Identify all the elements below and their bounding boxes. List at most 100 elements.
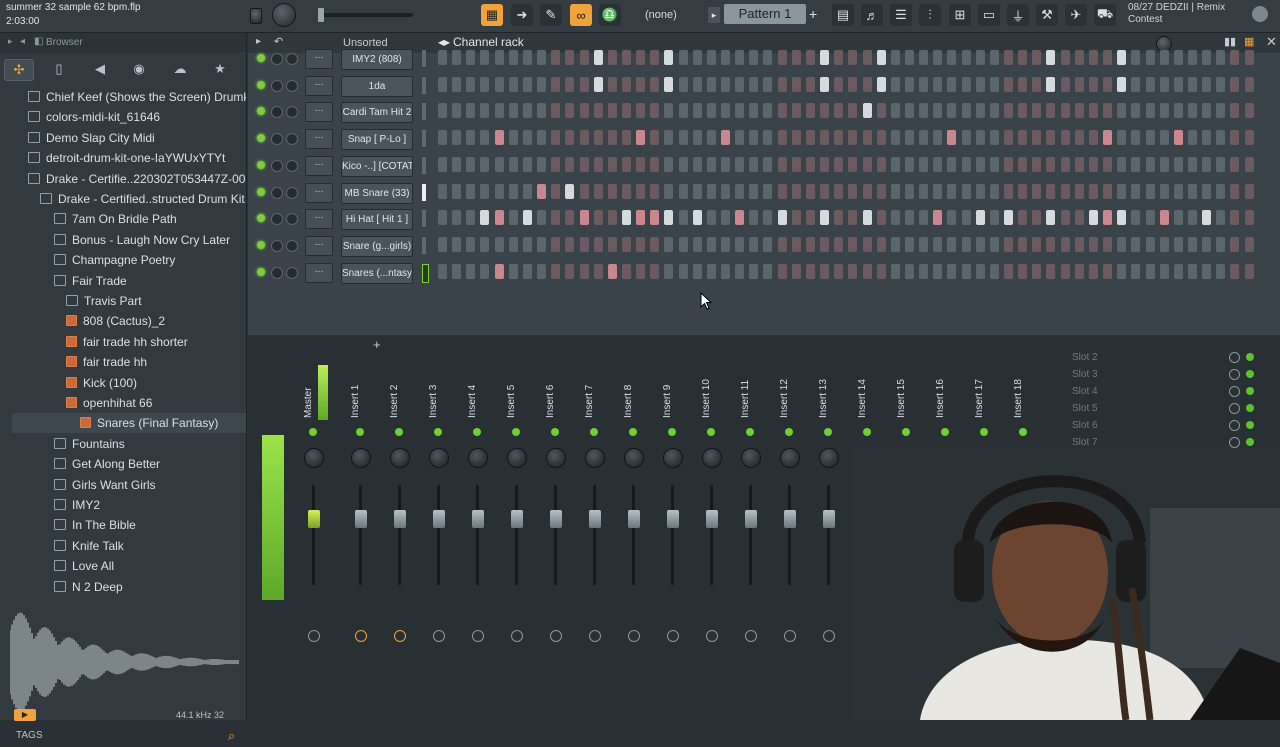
mixer-pan-knob[interactable]: [507, 448, 527, 468]
browser-file-item[interactable]: fair trade hh: [0, 352, 246, 372]
step-button[interactable]: [735, 236, 745, 252]
step-button[interactable]: [848, 50, 858, 65]
step-button[interactable]: [1074, 50, 1084, 65]
step-button[interactable]: [1088, 263, 1098, 279]
step-button[interactable]: [1032, 103, 1042, 119]
slot-mix-knob[interactable]: [1229, 386, 1240, 397]
slot-mix-knob[interactable]: [1229, 352, 1240, 363]
channel-pan-knob[interactable]: [271, 266, 283, 279]
step-button[interactable]: [1117, 50, 1127, 65]
step-button[interactable]: [537, 183, 547, 199]
step-button[interactable]: [452, 236, 462, 252]
step-button[interactable]: [593, 76, 603, 92]
step-button[interactable]: [1060, 50, 1070, 65]
mixer-effect-slot[interactable]: Slot 6: [1060, 418, 1258, 435]
connect-icon[interactable]: ✈: [1065, 4, 1087, 26]
channel-volume-knob[interactable]: [286, 159, 298, 172]
step-button[interactable]: [1159, 210, 1169, 226]
step-button[interactable]: [777, 183, 787, 199]
step-button[interactable]: [706, 156, 716, 172]
plug-icon[interactable]: ⏚: [1007, 4, 1029, 26]
step-button[interactable]: [1088, 183, 1098, 199]
step-button[interactable]: [466, 210, 476, 226]
snap-select[interactable]: (none): [645, 6, 699, 24]
step-button[interactable]: [1159, 103, 1169, 119]
step-button[interactable]: [607, 103, 617, 119]
step-button[interactable]: [1060, 183, 1070, 199]
step-button[interactable]: [565, 183, 575, 199]
step-button[interactable]: [692, 103, 702, 119]
step-button[interactable]: [1216, 103, 1226, 119]
step-button[interactable]: [466, 76, 476, 92]
step-button[interactable]: [919, 210, 929, 226]
step-button[interactable]: [933, 103, 943, 119]
channel-volume-knob[interactable]: [286, 53, 298, 65]
browser-folder-item[interactable]: Chief Keef (Shows the Screen) Drumkit: [0, 87, 246, 107]
channel-select-indicator[interactable]: [422, 183, 426, 201]
step-button[interactable]: [1244, 263, 1254, 279]
step-button[interactable]: [1131, 50, 1141, 65]
step-button[interactable]: [678, 103, 688, 119]
step-button[interactable]: [706, 210, 716, 226]
step-button[interactable]: [1173, 76, 1183, 92]
step-button[interactable]: [678, 236, 688, 252]
browser-folder-item[interactable]: In The Bible: [0, 515, 246, 535]
mixer-route-icon[interactable]: [511, 630, 523, 642]
step-button[interactable]: [480, 103, 490, 119]
step-button[interactable]: [1173, 236, 1183, 252]
step-button[interactable]: [678, 50, 688, 65]
step-button[interactable]: [1131, 263, 1141, 279]
step-button[interactable]: [508, 263, 518, 279]
step-button[interactable]: [1103, 183, 1113, 199]
step-button[interactable]: [820, 156, 830, 172]
step-button[interactable]: [862, 156, 872, 172]
step-button[interactable]: [848, 130, 858, 146]
step-button[interactable]: [975, 183, 985, 199]
step-button[interactable]: [1060, 236, 1070, 252]
mixer-route-icon[interactable]: [784, 630, 796, 642]
step-button[interactable]: [1159, 236, 1169, 252]
step-button[interactable]: [551, 156, 561, 172]
step-button[interactable]: [1032, 156, 1042, 172]
step-button[interactable]: [537, 210, 547, 226]
step-button[interactable]: [508, 50, 518, 65]
step-button[interactable]: [466, 103, 476, 119]
step-button[interactable]: [1187, 210, 1197, 226]
step-button[interactable]: [749, 263, 759, 279]
browser-folder-item[interactable]: Demo Slap City Midi: [0, 128, 246, 148]
step-button[interactable]: [565, 50, 575, 65]
mixer-strip-enable-led[interactable]: [629, 428, 637, 436]
step-button[interactable]: [1244, 50, 1254, 65]
step-button[interactable]: [664, 263, 674, 279]
mixer-strip-label[interactable]: Insert 16: [935, 379, 946, 418]
piano-roll-icon[interactable]: ♬: [861, 4, 883, 26]
account-icon[interactable]: [1252, 6, 1268, 22]
metronome-icon[interactable]: ♎: [599, 4, 621, 26]
mixer-fader[interactable]: [433, 510, 445, 528]
mixer-fader[interactable]: [355, 510, 367, 528]
step-button[interactable]: [1060, 210, 1070, 226]
step-button[interactable]: [721, 76, 730, 92]
browser-folder-item[interactable]: 7am On Bridle Path: [0, 209, 246, 229]
step-button[interactable]: [438, 236, 447, 252]
step-button[interactable]: [1145, 236, 1155, 252]
mixer-fader[interactable]: [667, 510, 679, 528]
step-button[interactable]: [650, 156, 660, 172]
step-button[interactable]: [791, 76, 801, 92]
step-button[interactable]: [593, 130, 603, 146]
step-button[interactable]: [522, 50, 532, 65]
favorites-tab-icon[interactable]: ★: [206, 59, 234, 79]
step-button[interactable]: [522, 130, 532, 146]
step-button[interactable]: [607, 236, 617, 252]
step-button[interactable]: [933, 263, 943, 279]
browser-file-item[interactable]: openhihat 66: [0, 393, 246, 413]
step-button[interactable]: [1074, 76, 1084, 92]
step-button[interactable]: [919, 236, 929, 252]
step-button[interactable]: [791, 263, 801, 279]
mixer-route-icon[interactable]: [667, 630, 679, 642]
step-button[interactable]: [537, 76, 547, 92]
step-button[interactable]: [1230, 183, 1240, 199]
step-button[interactable]: [735, 183, 745, 199]
step-button[interactable]: [678, 210, 688, 226]
step-button[interactable]: [522, 210, 532, 226]
